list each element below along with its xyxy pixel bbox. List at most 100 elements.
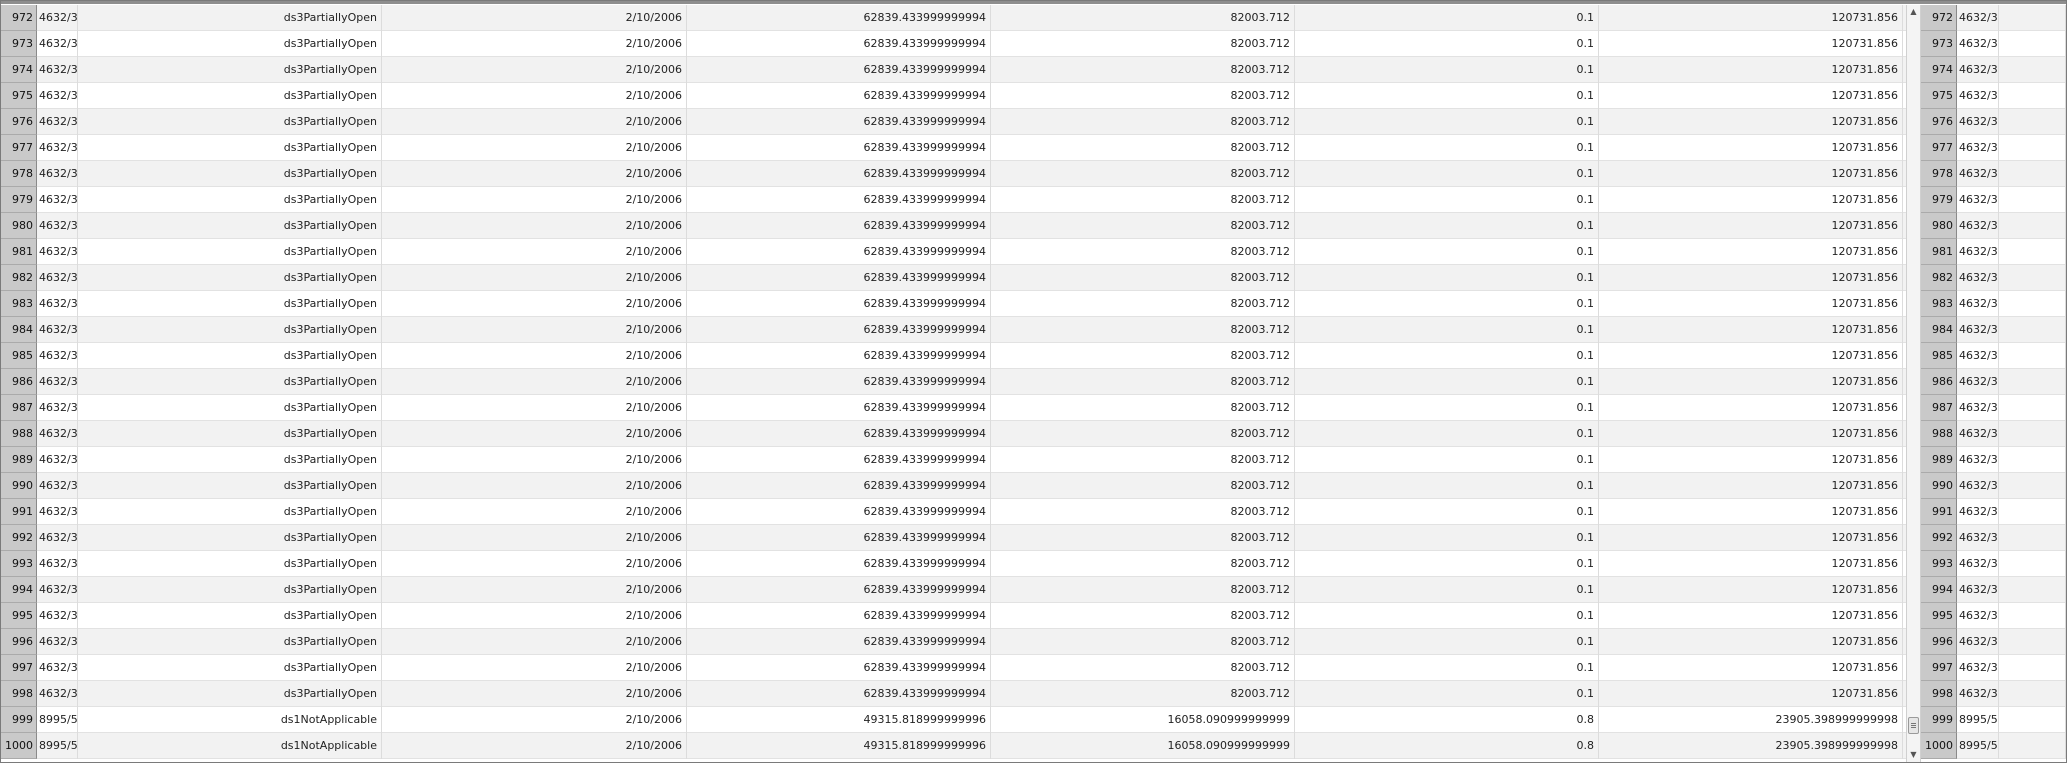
cell-date[interactable]: 2/10/2006 [382, 707, 687, 733]
table-row[interactable]: 979 4632/3 [1921, 187, 2066, 213]
cell-value-1[interactable]: 62839.433999999994 [687, 577, 991, 603]
cell-empty[interactable] [1999, 369, 2066, 395]
row-number[interactable]: 984 [1, 317, 37, 343]
row-number[interactable]: 983 [1921, 291, 1957, 317]
cell-id[interactable]: 4632/3 [37, 343, 78, 369]
row-number[interactable]: 986 [1921, 369, 1957, 395]
cell-date[interactable]: 2/10/2006 [382, 57, 687, 83]
table-row[interactable]: 994 4632/3 [1921, 577, 2066, 603]
row-number[interactable]: 982 [1921, 265, 1957, 291]
cell-status[interactable]: ds3PartiallyOpen [78, 473, 382, 499]
table-row[interactable]: 999 8995/5 [1921, 707, 2066, 733]
table-row[interactable]: 998 4632/3 [1921, 681, 2066, 707]
row-number[interactable]: 987 [1, 395, 37, 421]
row-number[interactable]: 996 [1, 629, 37, 655]
cell-id[interactable]: 4632/3 [37, 421, 78, 447]
scroll-thumb[interactable] [1908, 717, 1919, 734]
cell-id[interactable]: 4632/3 [1957, 135, 1999, 161]
table-row[interactable]: 997 4632/3 [1921, 655, 2066, 681]
row-number[interactable]: 988 [1, 421, 37, 447]
cell-empty[interactable] [1999, 161, 2066, 187]
cell-value-4[interactable]: 120731.856 [1599, 395, 1903, 421]
row-number[interactable]: 984 [1921, 317, 1957, 343]
cell-value-1[interactable]: 62839.433999999994 [687, 239, 991, 265]
cell-value-1[interactable]: 62839.433999999994 [687, 369, 991, 395]
table-row[interactable]: 987 4632/3 [1921, 395, 2066, 421]
cell-value-4[interactable]: 120731.856 [1599, 109, 1903, 135]
cell-date[interactable]: 2/10/2006 [382, 31, 687, 57]
cell-value-2[interactable]: 82003.712 [991, 31, 1295, 57]
cell-value-1[interactable]: 62839.433999999994 [687, 109, 991, 135]
row-number[interactable]: 999 [1921, 707, 1957, 733]
cell-status[interactable]: ds1NotApplicable [78, 707, 382, 733]
cell-id[interactable]: 4632/3 [1957, 109, 1999, 135]
cell-date[interactable]: 2/10/2006 [382, 525, 687, 551]
cell-value-3[interactable]: 0.1 [1295, 135, 1599, 161]
cell-value-2[interactable]: 82003.712 [991, 343, 1295, 369]
cell-empty[interactable] [1999, 291, 2066, 317]
table-row[interactable]: 1000 8995/5 ds1NotApplicable 2/10/2006 49315… [1, 733, 1906, 759]
table-row[interactable]: 982 4632/3 [1921, 265, 2066, 291]
table-row[interactable]: 995 4632/3 ds3PartiallyOpen 2/10/2006 62839.… [1, 603, 1906, 629]
cell-value-2[interactable]: 82003.712 [991, 5, 1295, 31]
row-number[interactable]: 978 [1921, 161, 1957, 187]
cell-value-1[interactable]: 62839.433999999994 [687, 135, 991, 161]
cell-value-4[interactable]: 120731.856 [1599, 187, 1903, 213]
cell-status[interactable]: ds3PartiallyOpen [78, 421, 382, 447]
table-row[interactable]: 983 4632/3 [1921, 291, 2066, 317]
cell-id[interactable]: 4632/3 [1957, 213, 1999, 239]
cell-id[interactable]: 8995/5 [37, 733, 78, 759]
cell-date[interactable]: 2/10/2006 [382, 213, 687, 239]
cell-value-2[interactable]: 82003.712 [991, 473, 1295, 499]
cell-empty[interactable] [1999, 629, 2066, 655]
cell-value-4[interactable]: 120731.856 [1599, 681, 1903, 707]
row-number[interactable]: 976 [1, 109, 37, 135]
cell-id[interactable]: 4632/3 [1957, 629, 1999, 655]
table-row[interactable]: 982 4632/3 ds3PartiallyOpen 2/10/2006 62839.… [1, 265, 1906, 291]
cell-value-1[interactable]: 49315.818999999996 [687, 733, 991, 759]
row-number[interactable]: 977 [1921, 135, 1957, 161]
table-row[interactable]: 980 4632/3 ds3PartiallyOpen 2/10/2006 62839.… [1, 213, 1906, 239]
cell-id[interactable]: 4632/3 [37, 525, 78, 551]
table-row[interactable]: 972 4632/3 ds3PartiallyOpen 2/10/2006 62839.… [1, 5, 1906, 31]
row-number[interactable]: 994 [1921, 577, 1957, 603]
cell-id[interactable]: 4632/3 [1957, 577, 1999, 603]
cell-value-3[interactable]: 0.1 [1295, 343, 1599, 369]
row-number[interactable]: 1000 [1, 733, 37, 759]
cell-value-2[interactable]: 82003.712 [991, 135, 1295, 161]
cell-value-3[interactable]: 0.1 [1295, 187, 1599, 213]
row-number[interactable]: 985 [1, 343, 37, 369]
table-row[interactable]: 988 4632/3 ds3PartiallyOpen 2/10/2006 62839.… [1, 421, 1906, 447]
cell-empty[interactable] [1999, 733, 2066, 759]
table-row[interactable]: 984 4632/3 ds3PartiallyOpen 2/10/2006 62839.… [1, 317, 1906, 343]
cell-id[interactable]: 4632/3 [1957, 57, 1999, 83]
cell-date[interactable]: 2/10/2006 [382, 109, 687, 135]
cell-empty[interactable] [1999, 447, 2066, 473]
cell-id[interactable]: 4632/3 [37, 499, 78, 525]
cell-id[interactable]: 8995/5 [37, 707, 78, 733]
cell-value-3[interactable]: 0.8 [1295, 733, 1599, 759]
cell-empty[interactable] [1999, 525, 2066, 551]
cell-date[interactable]: 2/10/2006 [382, 629, 687, 655]
table-row[interactable]: 975 4632/3 [1921, 83, 2066, 109]
cell-value-4[interactable]: 120731.856 [1599, 83, 1903, 109]
cell-value-1[interactable]: 62839.433999999994 [687, 265, 991, 291]
cell-value-2[interactable]: 82003.712 [991, 369, 1295, 395]
cell-date[interactable]: 2/10/2006 [382, 447, 687, 473]
cell-value-1[interactable]: 62839.433999999994 [687, 603, 991, 629]
cell-value-4[interactable]: 120731.856 [1599, 629, 1903, 655]
table-row[interactable]: 990 4632/3 ds3PartiallyOpen 2/10/2006 62839.… [1, 473, 1906, 499]
cell-status[interactable]: ds3PartiallyOpen [78, 161, 382, 187]
table-row[interactable]: 995 4632/3 [1921, 603, 2066, 629]
row-number[interactable]: 978 [1, 161, 37, 187]
cell-id[interactable]: 4632/3 [1957, 655, 1999, 681]
table-row[interactable]: 990 4632/3 [1921, 473, 2066, 499]
cell-value-2[interactable]: 82003.712 [991, 395, 1295, 421]
cell-value-1[interactable]: 62839.433999999994 [687, 291, 991, 317]
cell-value-1[interactable]: 62839.433999999994 [687, 343, 991, 369]
cell-id[interactable]: 4632/3 [37, 187, 78, 213]
cell-date[interactable]: 2/10/2006 [382, 343, 687, 369]
vertical-scrollbar[interactable]: ▲ ▼ [1906, 5, 1921, 762]
cell-value-3[interactable]: 0.1 [1295, 161, 1599, 187]
cell-value-3[interactable]: 0.1 [1295, 57, 1599, 83]
